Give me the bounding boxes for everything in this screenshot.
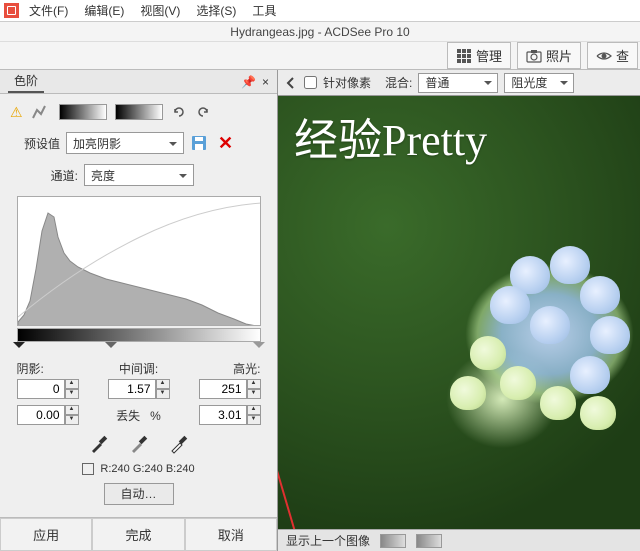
levels-sliders[interactable] xyxy=(17,342,261,356)
status-thumb-2[interactable] xyxy=(416,534,442,548)
menu-edit[interactable]: 编辑(E) xyxy=(78,0,130,21)
menu-select[interactable]: 选择(S) xyxy=(190,0,242,21)
menu-file[interactable]: 文件(F) xyxy=(23,0,74,21)
midtone-slider-handle[interactable] xyxy=(105,342,117,354)
done-button[interactable]: 完成 xyxy=(92,518,184,551)
warning-icon: ⚠ xyxy=(10,104,23,121)
gray-eyedropper-icon[interactable] xyxy=(128,433,150,455)
histogram-gradient xyxy=(17,328,261,342)
down-icon[interactable]: ▼ xyxy=(65,389,79,399)
histogram[interactable] xyxy=(17,196,261,326)
highlight-slider-handle[interactable] xyxy=(253,342,265,354)
up-icon[interactable]: ▲ xyxy=(65,379,79,389)
window-title: Hydrangeas.jpg - ACDSee Pro 10 xyxy=(230,25,409,39)
gradient-preview-1[interactable] xyxy=(59,104,107,120)
channel-label: 通道: xyxy=(28,167,78,184)
preset-select[interactable]: 加亮阴影 xyxy=(66,132,184,154)
photo-button[interactable]: 照片 xyxy=(517,42,581,69)
up-icon[interactable]: ▲ xyxy=(247,379,261,389)
camera-icon xyxy=(526,48,542,64)
grid-icon xyxy=(456,48,472,64)
blend-label: 混合: xyxy=(385,74,412,91)
app-icon xyxy=(4,3,19,18)
save-preset-icon[interactable] xyxy=(190,134,208,152)
channel-select[interactable]: 亮度 xyxy=(84,164,194,186)
title-bar: Hydrangeas.jpg - ACDSee Pro 10 xyxy=(0,22,640,42)
pin-icon[interactable]: 📌 xyxy=(241,75,256,89)
highlight-input[interactable]: ▲▼ xyxy=(199,379,261,399)
canvas-toolbar: 针对像素 混合: 普通 阻光度 xyxy=(278,70,640,96)
delete-preset-icon[interactable]: ✕ xyxy=(214,133,237,154)
rgb-readout: R:240 G:240 B:240 xyxy=(100,463,194,475)
menu-bar: 文件(F) 编辑(E) 视图(V) 选择(S) 工具 xyxy=(0,0,640,22)
blend-select[interactable]: 普通 xyxy=(418,73,498,93)
view-button[interactable]: 查 xyxy=(587,42,638,69)
gradient-preview-2[interactable] xyxy=(115,104,163,120)
pixel-label: 针对像素 xyxy=(323,74,371,91)
lost-label: 丢失 xyxy=(116,409,140,423)
image-overlay-text: 经验Pretty xyxy=(294,104,487,168)
close-icon[interactable]: × xyxy=(262,75,269,89)
status-text: 显示上一个图像 xyxy=(286,532,370,549)
auto-button[interactable]: 自动… xyxy=(104,483,174,505)
up-icon[interactable]: ▲ xyxy=(156,379,170,389)
down-icon[interactable]: ▼ xyxy=(156,389,170,399)
menu-view[interactable]: 视图(V) xyxy=(134,0,186,21)
levels-panel: 色阶 📌 × ⚠ 预设值 加亮阴影 ✕ 通道: xyxy=(0,70,278,551)
midtone-label: 中间调: xyxy=(119,360,158,377)
status-thumb-1[interactable] xyxy=(380,534,406,548)
shadow-label: 阴影: xyxy=(17,360,44,377)
midtone-input[interactable]: ▲▼ xyxy=(108,379,170,399)
cancel-button[interactable]: 取消 xyxy=(185,518,277,551)
clip-right-input[interactable]: ▲▼ xyxy=(199,405,261,425)
back-icon[interactable] xyxy=(284,76,298,90)
eye-icon xyxy=(596,48,612,64)
brush-icon[interactable] xyxy=(31,104,51,120)
redo-icon[interactable] xyxy=(195,104,211,120)
clip-left-input[interactable]: ▲▼ xyxy=(17,405,79,425)
menu-tools[interactable]: 工具 xyxy=(246,0,282,21)
undo-icon[interactable] xyxy=(171,104,187,120)
mode-toolbar: 管理 照片 查 xyxy=(0,42,640,70)
black-eyedropper-icon[interactable] xyxy=(88,433,110,455)
highlight-label: 高光: xyxy=(233,360,260,377)
panel-tab-levels[interactable]: 色阶 xyxy=(8,70,44,93)
preset-label: 预设值 xyxy=(10,135,60,152)
apply-button[interactable]: 应用 xyxy=(0,518,92,551)
white-eyedropper-icon[interactable] xyxy=(168,433,190,455)
preview-checkbox[interactable] xyxy=(82,463,94,475)
pixel-checkbox[interactable] xyxy=(304,76,317,89)
shadow-input[interactable]: ▲▼ xyxy=(17,379,79,399)
down-icon[interactable]: ▼ xyxy=(247,389,261,399)
manage-button[interactable]: 管理 xyxy=(447,42,511,69)
shadow-slider-handle[interactable] xyxy=(13,342,25,354)
image-canvas[interactable]: 经验Pretty xyxy=(278,96,640,529)
status-bar: 显示上一个图像 xyxy=(278,529,640,551)
opacity-select[interactable]: 阻光度 xyxy=(504,73,574,93)
